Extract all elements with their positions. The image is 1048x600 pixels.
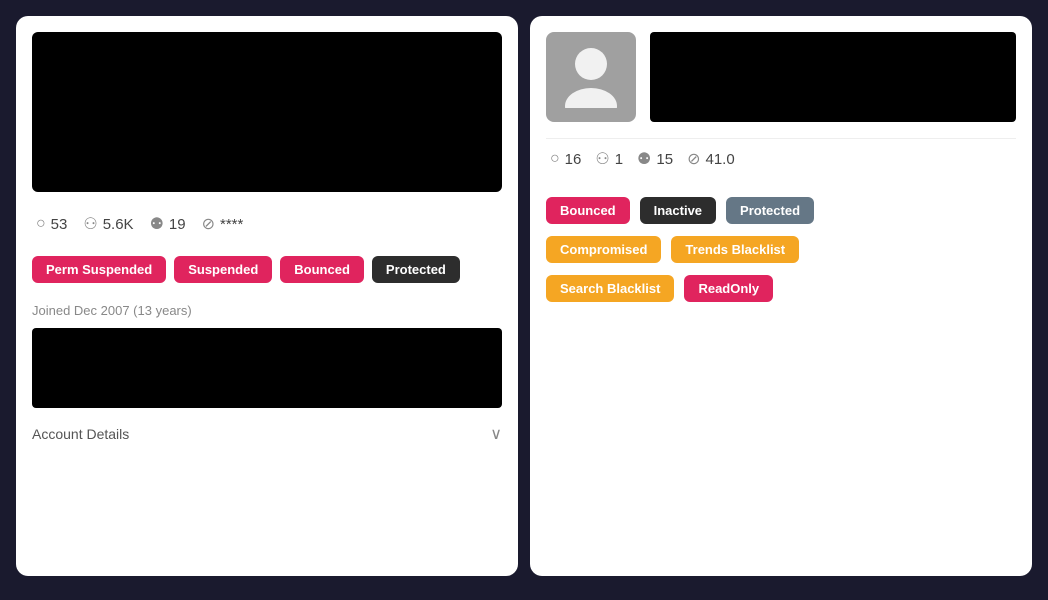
right-stat-following: ⚉ 15 [637, 149, 673, 169]
right-followers-icon: ⚇ [595, 149, 609, 169]
left-stats-row: ○ 53 ⚇ 5.6K ⚉ 19 ⊘ **** [32, 206, 502, 242]
account-details-label: Account Details [32, 426, 129, 442]
badge-right-protected[interactable]: Protected [726, 197, 814, 224]
badge-trends-blacklist[interactable]: Trends Blacklist [671, 236, 799, 263]
avatar-silhouette-icon [556, 38, 626, 117]
stat-other-value: **** [220, 216, 243, 233]
right-badges-row2: Compromised Trends Blacklist [546, 236, 1016, 263]
right-badges-row1: Bounced Inactive Protected [546, 197, 1016, 224]
right-stat-following-value: 15 [656, 151, 673, 168]
badge-protected[interactable]: Protected [372, 256, 460, 283]
right-card: ○ 16 ⚇ 1 ⚉ 15 ⊘ 41.0 Bounced Inactive Pr… [530, 16, 1032, 576]
avatar [546, 32, 636, 122]
left-card: ○ 53 ⚇ 5.6K ⚉ 19 ⊘ **** Perm Suspended S… [16, 16, 518, 576]
badge-search-blacklist[interactable]: Search Blacklist [546, 275, 674, 302]
right-name-redacted [650, 32, 1016, 122]
badge-bounced[interactable]: Bounced [280, 256, 364, 283]
joined-text: Joined Dec 2007 (13 years) [32, 303, 502, 318]
left-badges-row: Perm Suspended Suspended Bounced Protect… [32, 256, 502, 283]
slash-icon: ⊘ [202, 214, 215, 234]
badge-readonly[interactable]: ReadOnly [684, 275, 773, 302]
right-stat-comments-value: 16 [565, 151, 582, 168]
right-stats-row: ○ 16 ⚇ 1 ⚉ 15 ⊘ 41.0 [546, 138, 1016, 183]
badge-compromised[interactable]: Compromised [546, 236, 661, 263]
badge-right-bounced[interactable]: Bounced [546, 197, 630, 224]
main-container: ○ 53 ⚇ 5.6K ⚉ 19 ⊘ **** Perm Suspended S… [0, 0, 1048, 600]
right-stat-comments: ○ 16 [550, 150, 581, 168]
followers-icon: ⚇ [83, 214, 97, 234]
stat-followers-value: 5.6K [103, 216, 134, 233]
right-slash-icon: ⊘ [687, 149, 700, 169]
right-card-top [546, 32, 1016, 122]
account-details-row[interactable]: Account Details ∨ [32, 424, 502, 444]
badge-right-inactive[interactable]: Inactive [640, 197, 716, 224]
right-stat-followers-value: 1 [615, 151, 623, 168]
badge-perm-suspended[interactable]: Perm Suspended [32, 256, 166, 283]
right-badges-row3: Search Blacklist ReadOnly [546, 275, 1016, 302]
stat-followers: ⚇ 5.6K [83, 214, 133, 234]
chevron-down-icon: ∨ [490, 424, 502, 444]
following-icon: ⚉ [150, 214, 164, 234]
stat-following: ⚉ 19 [150, 214, 186, 234]
comment-icon: ○ [36, 215, 46, 233]
stat-following-value: 19 [169, 216, 186, 233]
redacted-bio [32, 328, 502, 408]
stat-comments: ○ 53 [36, 215, 67, 233]
right-following-icon: ⚉ [637, 149, 651, 169]
right-stat-other-value: 41.0 [705, 151, 734, 168]
right-stat-followers: ⚇ 1 [595, 149, 623, 169]
stat-comments-value: 53 [51, 216, 68, 233]
banner-image [32, 32, 502, 192]
right-comment-icon: ○ [550, 150, 560, 168]
right-stat-other: ⊘ 41.0 [687, 149, 735, 169]
right-badges-section: Bounced Inactive Protected Compromised T… [546, 197, 1016, 302]
badge-suspended[interactable]: Suspended [174, 256, 272, 283]
stat-other: ⊘ **** [202, 214, 244, 234]
